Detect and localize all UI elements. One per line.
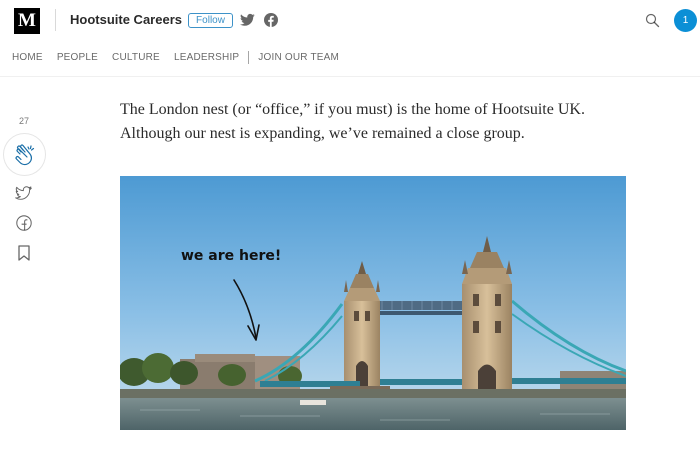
nav-item-home[interactable]: HOME bbox=[12, 52, 43, 63]
share-twitter-icon[interactable] bbox=[15, 186, 32, 201]
share-facebook-icon[interactable] bbox=[16, 215, 32, 231]
publication-nav: HOME PEOPLE CULTURE LEADERSHIP JOIN OUR … bbox=[12, 50, 353, 64]
bookmark-icon[interactable] bbox=[18, 245, 30, 261]
facebook-icon[interactable] bbox=[264, 13, 278, 27]
clap-icon bbox=[15, 144, 35, 166]
nav-divider bbox=[0, 76, 700, 77]
top-bar: M Hootsuite Careers Follow 1 bbox=[0, 0, 700, 40]
follow-button[interactable]: Follow bbox=[188, 13, 233, 28]
article-paragraph: The London nest (or “office,” if you mus… bbox=[120, 101, 585, 142]
user-avatar[interactable]: 1 bbox=[674, 9, 697, 32]
nav-item-join-our-team[interactable]: JOIN OUR TEAM bbox=[258, 52, 339, 63]
search-icon[interactable] bbox=[645, 13, 660, 28]
header-divider bbox=[55, 9, 56, 31]
article-image[interactable]: we are here! bbox=[120, 176, 626, 430]
clap-button[interactable] bbox=[3, 133, 46, 176]
clap-count[interactable]: 27 bbox=[8, 116, 40, 126]
publication-name[interactable]: Hootsuite Careers bbox=[70, 12, 182, 27]
nav-item-culture[interactable]: CULTURE bbox=[112, 52, 160, 63]
nav-separator bbox=[248, 50, 250, 64]
nav-item-leadership[interactable]: LEADERSHIP bbox=[174, 52, 239, 63]
medium-logo[interactable]: M bbox=[14, 8, 40, 34]
image-annotation: we are here! bbox=[181, 248, 282, 264]
twitter-icon[interactable] bbox=[240, 13, 255, 27]
nav-item-people[interactable]: PEOPLE bbox=[57, 52, 98, 63]
tower-bridge-illustration bbox=[120, 176, 626, 430]
